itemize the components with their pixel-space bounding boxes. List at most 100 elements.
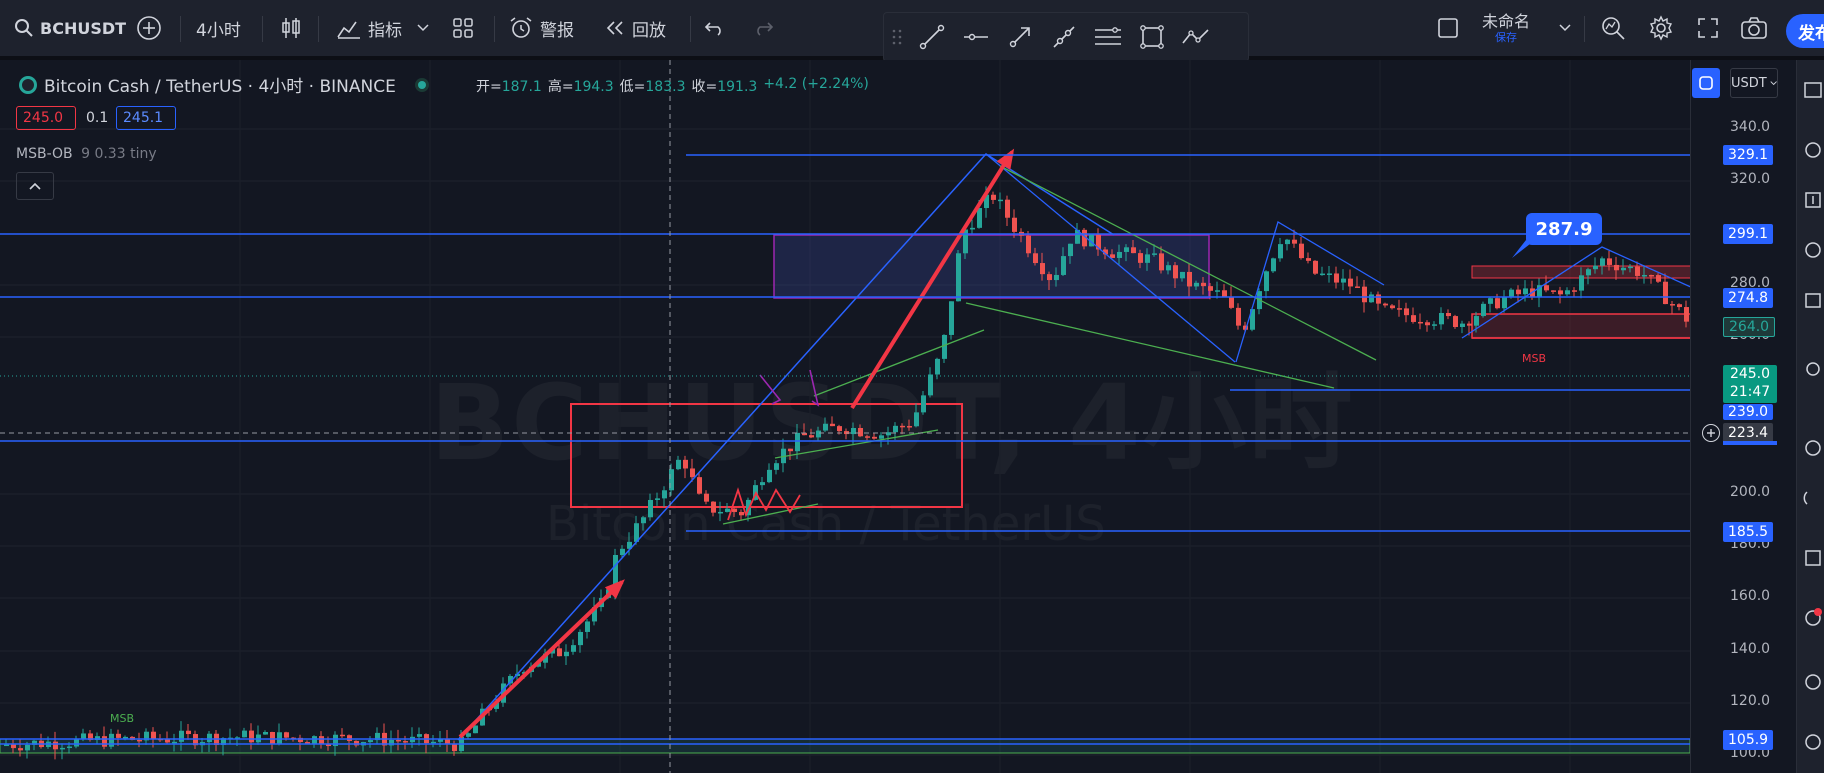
candle-body — [1439, 312, 1444, 325]
price-callout[interactable]: 287.9 — [1526, 213, 1602, 245]
fullscreen-button[interactable] — [1696, 0, 1720, 56]
publish-label: 发布 — [1798, 23, 1824, 44]
candle-body — [1474, 316, 1479, 326]
candle-body — [767, 469, 772, 483]
calendar-icon[interactable] — [1803, 290, 1823, 310]
templates-button[interactable] — [452, 0, 474, 56]
snapshot-button[interactable] — [1740, 0, 1768, 56]
add-alert-button[interactable] — [1702, 424, 1720, 442]
data-window-icon[interactable] — [1803, 190, 1823, 210]
interval-button[interactable]: 4小时 — [196, 0, 241, 56]
horizontal-line-tool[interactable] — [954, 13, 998, 61]
candle-body — [1173, 265, 1178, 279]
notes-icon[interactable] — [1803, 548, 1823, 568]
alert-button[interactable]: 警报 — [508, 0, 574, 56]
layout-name-button[interactable]: 未命名 保存 — [1482, 0, 1530, 56]
candle-body — [1600, 258, 1605, 266]
watchlist-icon[interactable] — [1803, 80, 1823, 100]
candle-body — [578, 631, 583, 646]
currency-select[interactable]: USDT — [1730, 68, 1778, 98]
ray-tool[interactable] — [1042, 13, 1086, 61]
candle-body — [711, 501, 716, 513]
trend-line-tool[interactable] — [910, 13, 954, 61]
redo-button[interactable] — [752, 0, 774, 56]
msb-label-left: MSB — [110, 712, 135, 725]
candle-body — [1684, 307, 1689, 322]
horizontal-line-icon — [964, 33, 988, 41]
more-icon[interactable] — [1803, 732, 1823, 752]
market-status-icon[interactable] — [414, 77, 430, 93]
candle-body — [1432, 324, 1437, 326]
drag-handle[interactable] — [884, 13, 910, 61]
notifications-icon[interactable] — [1803, 608, 1823, 628]
candle-body — [935, 358, 940, 375]
add-symbol-button[interactable] — [136, 0, 162, 56]
price-chart[interactable] — [0, 60, 1780, 773]
parallel-channel-tool[interactable] — [1086, 13, 1130, 61]
candle-body — [865, 436, 870, 438]
wedge-lower-line — [965, 302, 1335, 389]
candle-body — [1628, 266, 1633, 269]
buy-price-button[interactable]: 245.1 — [116, 106, 176, 130]
candle-body — [473, 725, 478, 734]
candle-body — [1544, 285, 1549, 291]
candle-body — [431, 741, 436, 744]
candle-body — [1138, 253, 1143, 263]
candle-body — [1523, 288, 1528, 295]
candle-body — [1271, 258, 1276, 272]
candle-body — [1264, 271, 1269, 292]
candle-body — [1222, 290, 1227, 297]
layout-menu-button[interactable] — [1558, 0, 1572, 56]
candle-body — [1551, 290, 1556, 292]
chart-type-button[interactable] — [280, 0, 302, 56]
level-tag: 105.9 — [1723, 730, 1774, 750]
sync-checkbox[interactable] — [1436, 0, 1460, 56]
crosshair-price-tag: 223.4 — [1723, 423, 1774, 443]
alerts-icon[interactable] — [1803, 140, 1823, 160]
undo-icon — [704, 22, 721, 36]
candle-body — [1285, 239, 1290, 245]
candle-body — [263, 731, 268, 735]
candle-body — [1607, 258, 1612, 265]
candle-body — [1390, 305, 1395, 309]
candle-body — [704, 493, 709, 502]
rectangle-tool[interactable] — [1130, 13, 1174, 61]
candle-body — [557, 648, 562, 657]
arrow-tool[interactable] — [998, 13, 1042, 61]
streams-icon[interactable] — [1803, 488, 1823, 508]
candle-body — [655, 498, 660, 500]
ideas-icon[interactable] — [1803, 360, 1823, 380]
symbol-search[interactable]: BCHUSDT — [14, 0, 126, 56]
candle-body — [165, 739, 170, 743]
arrow-head — [996, 148, 1015, 170]
path-tool[interactable] — [1174, 13, 1218, 61]
undo-button[interactable] — [704, 0, 726, 56]
quick-search-button[interactable] — [1600, 0, 1626, 56]
legend-title[interactable]: Bitcoin Cash / TetherUS · 4小时 · BINANCE — [44, 72, 396, 97]
indicators-button[interactable]: 指标 — [336, 0, 430, 56]
chat-icon[interactable] — [1803, 438, 1823, 458]
axis-label: 320.0 — [1730, 171, 1771, 187]
collapse-legend-button[interactable] — [16, 172, 54, 200]
replay-button[interactable]: 回放 — [604, 0, 666, 56]
help-icon[interactable] — [1803, 672, 1823, 692]
hotlist-icon[interactable] — [1803, 240, 1823, 260]
gear-icon — [1649, 15, 1673, 41]
candle-body — [1572, 290, 1577, 292]
candle-body — [1516, 289, 1521, 295]
candle-body — [690, 468, 695, 478]
indicator-legend[interactable]: MSB-OB 9 0.33 tiny — [16, 146, 157, 162]
right-sidebar — [1796, 60, 1824, 773]
publish-button[interactable]: 发布 — [1786, 14, 1824, 48]
candle-body — [942, 334, 947, 359]
settings-button[interactable] — [1648, 0, 1674, 56]
candle-body — [1047, 274, 1052, 281]
sell-price-button[interactable]: 245.0 — [16, 106, 76, 130]
candle-body — [1068, 243, 1073, 257]
candle-body — [1446, 312, 1451, 317]
auto-scale-button[interactable] — [1692, 68, 1720, 98]
candle-body — [207, 733, 212, 743]
candle-body — [137, 739, 142, 742]
chevron-down-icon — [417, 24, 429, 32]
candlestick-icon — [282, 18, 300, 38]
